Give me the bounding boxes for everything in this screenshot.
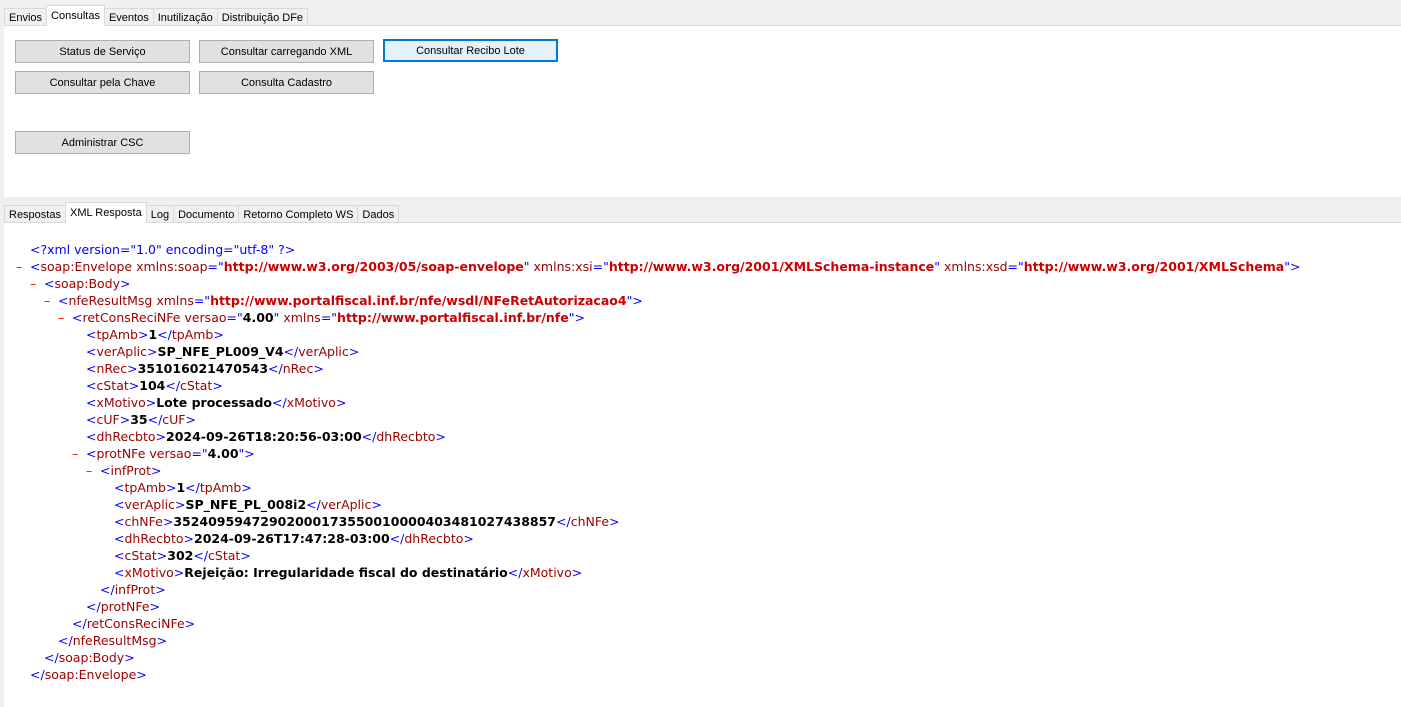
xml-tag-name: xMotivo — [286, 395, 336, 410]
ret-field-line: < xMotivo > Lote processado </xMotivo > — [86, 395, 347, 410]
xml-tag-name: chNFe — [124, 514, 163, 529]
ret-field-line: < nRec >351016021470543 </nRec > — [86, 361, 324, 376]
xml-tag-name: tpAmb — [124, 480, 166, 495]
tab-envios[interactable]: Envios — [4, 8, 48, 26]
xml-tag-name: verAplic — [320, 497, 372, 512]
administrar-csc-button[interactable]: Administrar CSC — [15, 131, 190, 154]
xml-tag-name: nRec — [96, 361, 128, 376]
xml-field-value: 2024-09-26T18:20:56-03:00 — [166, 429, 362, 444]
top-tab-bar: Envios Consultas Eventos Inutilização Di… — [4, 5, 309, 26]
tab-log[interactable]: Log — [145, 205, 175, 223]
xml-tag-name: xMotivo — [522, 565, 572, 580]
xml-tag-name: xMotivo — [124, 565, 174, 580]
xml-declaration: <?xml version="1.0" encoding="utf-8" ?> — [30, 242, 296, 257]
tab-inutilizacao[interactable]: Inutilização — [152, 8, 218, 26]
xml-tag-name: cStat — [180, 378, 213, 393]
ret-field-line: < cUF >35 </cUF > — [86, 412, 196, 427]
xml-infprot-open: – < infProt > — [86, 462, 162, 479]
infprot-field-line: < cStat >302 </cStat > — [114, 548, 251, 563]
xml-tag-name: dhRecbto — [376, 429, 436, 444]
xml-prot-close: </protNFe > — [86, 599, 161, 614]
xml-result-open: – < nfeResultMsg xmlns =" http://www.portal… — [44, 292, 643, 309]
xml-ret-open: – < retConsReciNFe versao =" 4.00 " xmlns =" h… — [58, 309, 585, 326]
infprot-field-line: < dhRecbto >2024-09-26T17:47:28-03:00 </dhR… — [114, 531, 474, 546]
xml-prot-open: – < protNFe versao =" 4.00 "> — [72, 445, 255, 462]
xml-tag-name: dhRecbto — [404, 531, 464, 546]
xml-field-value: 2024-09-26T17:47:28-03:00 — [194, 531, 390, 546]
xml-result-close: </nfeResultMsg > — [58, 633, 168, 648]
xml-infprot-close: </infProt > — [100, 582, 166, 597]
collapse-toggle-icon[interactable]: – — [86, 462, 100, 479]
collapse-toggle-icon[interactable]: – — [58, 309, 72, 326]
consultar-xml-button[interactable]: Consultar carregando XML — [199, 40, 374, 63]
xml-field-value: 1 — [176, 480, 186, 495]
xml-tag-name: cUF — [162, 412, 186, 427]
consultar-chave-button[interactable]: Consultar pela Chave — [15, 71, 190, 94]
xml-body-close: </soap:Body > — [44, 650, 135, 665]
tab-consultas[interactable]: Consultas — [46, 5, 105, 26]
xml-envelope-close: </soap:Envelope > — [30, 667, 147, 682]
consultas-panel: Status de Serviço Consultar carregando X… — [4, 25, 1401, 197]
xml-tag-name: nRec — [282, 361, 314, 376]
infprot-field-line: < xMotivo > Rejeição: Irregularidade fiscal… — [114, 565, 583, 580]
xml-body-open: – < soap:Body > — [30, 275, 131, 292]
collapse-toggle-icon[interactable]: – — [16, 258, 30, 275]
xml-declaration-line: <?xml version="1.0" encoding="utf-8" ?> — [16, 241, 1300, 258]
xml-field-value: 302 — [167, 548, 194, 563]
tab-distribuicao-dfe[interactable]: Distribuição DFe — [216, 8, 309, 26]
xml-tag-name: cStat — [124, 548, 157, 563]
infprot-field-line: < tpAmb >1 </tpAmb > — [114, 480, 252, 495]
xml-tag-name: xMotivo — [96, 395, 146, 410]
collapse-toggle-icon[interactable]: – — [44, 292, 58, 309]
consulta-cadastro-button[interactable]: Consulta Cadastro — [199, 71, 374, 94]
xml-tag-name: cStat — [208, 548, 241, 563]
tab-eventos[interactable]: Eventos — [103, 8, 154, 26]
infprot-field-line: < verAplic > SP_NFE_PL_008i2 </verAplic > — [114, 497, 382, 512]
tab-xml-resposta[interactable]: XML Resposta — [64, 202, 147, 223]
xml-field-value: Rejeição: Irregularidade fiscal do desti… — [184, 565, 508, 580]
xml-tag-name: dhRecbto — [124, 531, 184, 546]
xml-resposta-panel: <?xml version="1.0" encoding="utf-8" ?> … — [4, 222, 1401, 707]
xml-tag-name: dhRecbto — [96, 429, 156, 444]
bottom-tab-bar: Respostas XML Resposta Log Documento Ret… — [4, 202, 400, 223]
ret-field-line: < tpAmb >1 </tpAmb > — [86, 327, 224, 342]
xml-field-value: SP_NFE_PL_008i2 — [185, 497, 307, 512]
ret-field-line: < cStat >104 </cStat > — [86, 378, 223, 393]
tab-respostas[interactable]: Respostas — [4, 205, 66, 223]
ret-field-line: < dhRecbto >2024-09-26T18:20:56-03:00 </dhR… — [86, 429, 446, 444]
tab-documento[interactable]: Documento — [173, 205, 240, 223]
status-servico-button[interactable]: Status de Serviço — [15, 40, 190, 63]
tab-retorno-completo-ws[interactable]: Retorno Completo WS — [238, 205, 359, 223]
collapse-toggle-icon[interactable]: – — [30, 275, 44, 292]
tab-dados[interactable]: Dados — [357, 205, 400, 223]
xml-tag-name: chNFe — [570, 514, 610, 529]
xml-tag-name: cStat — [96, 378, 129, 393]
xml-envelope-open: – < soap:Envelope xmlns:soap =" http://www.… — [16, 258, 1301, 275]
xml-tree-view[interactable]: <?xml version="1.0" encoding="utf-8" ?> … — [16, 241, 1300, 683]
xml-tag-name: cUF — [96, 412, 120, 427]
xml-tag-name: verAplic — [298, 344, 349, 359]
xml-field-value: SP_NFE_PL009_V4 — [157, 344, 284, 359]
collapse-toggle-icon[interactable]: – — [72, 445, 86, 462]
xml-tag-name: verAplic — [96, 344, 148, 359]
xml-tag-name: tpAmb — [199, 480, 242, 495]
xml-ret-close: </retConsReciNFe > — [72, 616, 196, 631]
xml-tag-name: tpAmb — [96, 327, 138, 342]
xml-field-value: 104 — [139, 378, 166, 393]
xml-field-value: Lote processado — [156, 395, 273, 410]
consultar-recibo-lote-button[interactable]: Consultar Recibo Lote — [383, 39, 558, 62]
infprot-field-line: < chNFe >352409594729020001735500100004034… — [114, 514, 620, 529]
xml-field-value: 35 — [130, 412, 148, 427]
xml-field-value: 3524095947290200017355001000040348102743… — [173, 514, 557, 529]
xml-tag-name: verAplic — [124, 497, 176, 512]
ret-field-line: < verAplic > SP_NFE_PL009_V4 </verAplic > — [86, 344, 360, 359]
xml-field-value: 351016021470543 — [137, 361, 269, 376]
xml-tag-name: tpAmb — [171, 327, 214, 342]
xml-field-value: 1 — [148, 327, 158, 342]
